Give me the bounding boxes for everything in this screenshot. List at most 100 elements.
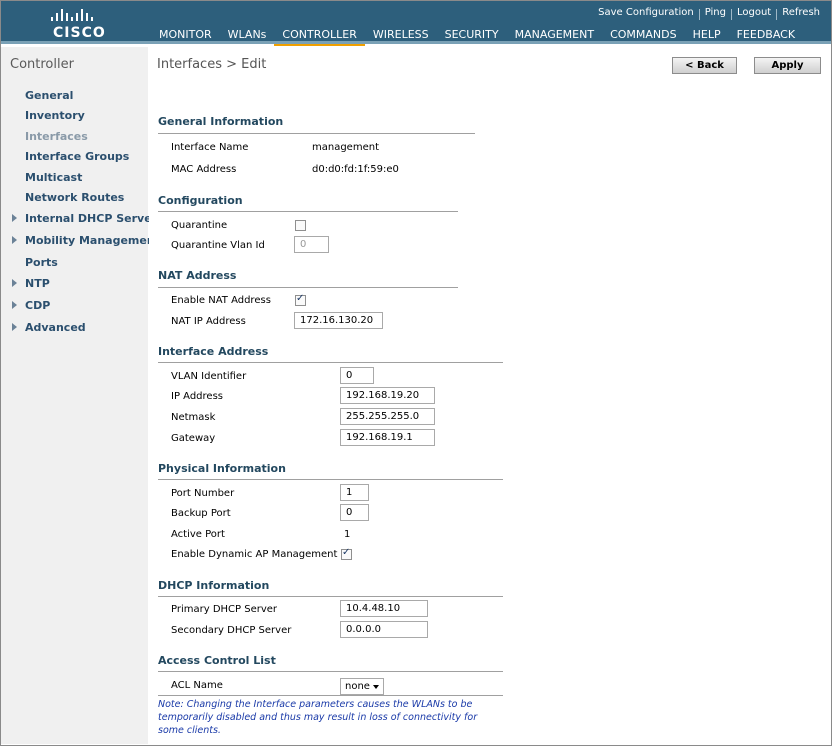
ip-address-label: IP Address: [171, 391, 223, 402]
divider: [158, 596, 503, 597]
back-button[interactable]: < Back: [672, 57, 737, 74]
nav-security[interactable]: SECURITY: [437, 27, 507, 44]
quarantine-checkbox[interactable]: [295, 220, 306, 231]
vlan-identifier-label: VLAN Identifier: [171, 371, 247, 382]
sidebar-item-label: General: [25, 89, 74, 102]
nav-feedback[interactable]: FEEDBACK: [729, 27, 803, 44]
acl-name-label: ACL Name: [171, 680, 223, 691]
nav-controller[interactable]: CONTROLLER: [274, 27, 366, 46]
ip-address-input[interactable]: 192.168.19.20: [340, 387, 435, 404]
sidebar-item-label: Inventory: [25, 109, 85, 122]
sidebar-item-cdp[interactable]: CDP: [12, 299, 51, 312]
gateway-input[interactable]: 192.168.19.1: [340, 429, 435, 446]
sidebar-item-general[interactable]: General: [25, 89, 73, 102]
divider: [158, 695, 503, 696]
apply-button[interactable]: Apply: [754, 57, 821, 74]
secondary-dhcp-label: Secondary DHCP Server: [171, 625, 292, 636]
sidebar-item-label: Mobility Management: [25, 234, 160, 247]
note-text: Note: Changing the Interface parameters …: [158, 699, 478, 736]
divider: [158, 362, 503, 363]
nav-monitor[interactable]: MONITOR: [151, 27, 220, 44]
interface-name-label: Interface Name: [171, 142, 249, 153]
cisco-wordmark: CISCO: [53, 25, 106, 41]
cisco-bars-icon: [51, 9, 109, 21]
mac-address-label: MAC Address: [171, 164, 237, 175]
nav-wlans[interactable]: WLANs: [220, 27, 275, 44]
main-content: Interfaces > Edit < Back Apply General I…: [149, 47, 831, 744]
vlan-identifier-input[interactable]: 0: [340, 367, 374, 384]
sidebar-item-ntp[interactable]: NTP: [12, 277, 50, 290]
netmask-label: Netmask: [171, 412, 216, 423]
sidebar-item-label: Multicast: [25, 171, 83, 184]
secondary-dhcp-input[interactable]: 0.0.0.0: [340, 621, 428, 638]
sidebar-item-inventory[interactable]: Inventory: [25, 109, 85, 122]
save-configuration-link[interactable]: Save Configuration: [593, 7, 699, 20]
expand-arrow-icon: [12, 279, 17, 287]
nav-management[interactable]: MANAGEMENT: [507, 27, 602, 44]
sidebar-item-label: Interfaces: [25, 130, 88, 143]
top-header: CISCO Save Configuration Ping Logout Ref…: [1, 1, 831, 46]
mac-address-value: d0:d0:fd:1f:59:e0: [312, 164, 399, 175]
sidebar-item-label: Ports: [25, 256, 58, 269]
logout-link[interactable]: Logout: [732, 7, 776, 20]
port-number-input[interactable]: 1: [340, 484, 369, 501]
sidebar-item-interfaces[interactable]: Interfaces: [25, 130, 88, 143]
primary-dhcp-input[interactable]: 10.4.48.10: [340, 600, 428, 617]
netmask-input[interactable]: 255.255.255.0: [340, 408, 435, 425]
sidebar-item-label: Network Routes: [25, 191, 125, 204]
main-nav: MONITOR WLANs CONTROLLER WIRELESS SECURI…: [151, 27, 803, 46]
divider: [158, 211, 458, 212]
refresh-link[interactable]: Refresh: [777, 7, 825, 20]
ping-link[interactable]: Ping: [700, 7, 731, 20]
sidebar-item-multicast[interactable]: Multicast: [25, 171, 82, 184]
section-heading-interface-address: Interface Address: [158, 345, 269, 358]
nat-ip-input[interactable]: 172.16.130.20: [294, 312, 383, 329]
port-number-label: Port Number: [171, 488, 235, 499]
sidebar-item-interface-groups[interactable]: Interface Groups: [25, 150, 129, 163]
active-port-label: Active Port: [171, 529, 225, 540]
section-heading-dhcp: DHCP Information: [158, 579, 270, 592]
acl-name-select[interactable]: none: [340, 678, 384, 695]
sidebar-item-internal-dhcp-server[interactable]: Internal DHCP Server: [12, 212, 157, 225]
divider: [158, 133, 475, 134]
quarantine-label: Quarantine: [171, 220, 228, 231]
nav-help[interactable]: HELP: [685, 27, 729, 44]
nav-wireless[interactable]: WIRELESS: [365, 27, 437, 44]
sidebar-item-network-routes[interactable]: Network Routes: [25, 191, 124, 204]
expand-arrow-icon: [12, 323, 17, 331]
sidebar-item-ports[interactable]: Ports: [25, 256, 58, 269]
dynamic-ap-management-checkbox[interactable]: [341, 547, 352, 560]
enable-nat-checkbox[interactable]: [295, 293, 306, 306]
section-heading-general: General Information: [158, 115, 284, 128]
section-heading-nat: NAT Address: [158, 269, 237, 282]
expand-arrow-icon: [12, 301, 17, 309]
section-heading-configuration: Configuration: [158, 194, 243, 207]
quarantine-vlan-input[interactable]: 0: [294, 236, 329, 253]
section-heading-acl: Access Control List: [158, 654, 276, 667]
acl-name-selected-value: none: [345, 681, 370, 692]
section-heading-physical: Physical Information: [158, 462, 286, 475]
expand-arrow-icon: [12, 214, 17, 222]
sidebar-item-advanced[interactable]: Advanced: [12, 321, 86, 334]
sidebar-title: Controller: [10, 57, 74, 72]
nav-commands[interactable]: COMMANDS: [602, 27, 685, 44]
sidebar-item-label: CDP: [25, 299, 51, 312]
chevron-down-icon: [373, 685, 379, 689]
sidebar-item-label: Advanced: [25, 321, 86, 334]
backup-port-label: Backup Port: [171, 508, 231, 519]
backup-port-input[interactable]: 0: [340, 504, 369, 521]
gateway-label: Gateway: [171, 433, 216, 444]
active-port-value: 1: [344, 529, 351, 540]
interface-name-value: management: [312, 142, 379, 153]
enable-nat-label: Enable NAT Address: [171, 295, 271, 306]
nat-ip-label: NAT IP Address: [171, 316, 246, 327]
dynamic-ap-management-label: Enable Dynamic AP Management: [171, 549, 338, 560]
cisco-logo: CISCO: [49, 9, 109, 43]
expand-arrow-icon: [12, 236, 17, 244]
page-title: Interfaces > Edit: [157, 57, 267, 72]
quarantine-vlan-label: Quarantine Vlan Id: [171, 240, 265, 251]
sidebar-item-mobility-management[interactable]: Mobility Management: [12, 234, 160, 247]
primary-dhcp-label: Primary DHCP Server: [171, 604, 278, 615]
divider: [158, 479, 503, 480]
divider: [158, 671, 503, 672]
